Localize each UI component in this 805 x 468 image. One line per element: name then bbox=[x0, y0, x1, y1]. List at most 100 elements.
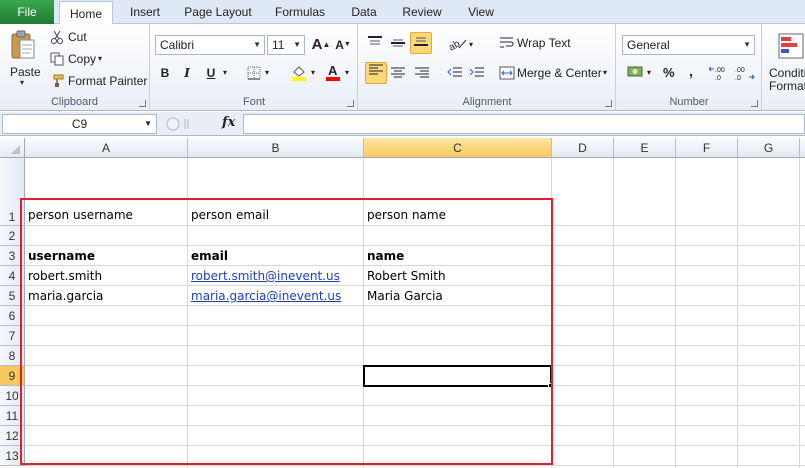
gridline bbox=[675, 158, 676, 468]
decrease-indent-icon[interactable] bbox=[447, 66, 463, 83]
borders-dropdown-icon[interactable]: ▾ bbox=[265, 68, 269, 77]
increase-indent-icon[interactable] bbox=[469, 66, 485, 83]
number-launcher-icon[interactable] bbox=[751, 100, 758, 107]
select-all-corner[interactable] bbox=[0, 138, 25, 158]
font-group: Calibri ▼ 11 ▼ A▲ A▼ B I U ▾ ▾ ▾ A ▾ Fon… bbox=[151, 24, 358, 111]
tab-home[interactable]: Home bbox=[59, 1, 113, 25]
wrap-text-button[interactable]: Wrap Text bbox=[517, 36, 571, 50]
font-name-dropdown[interactable]: Calibri ▼ bbox=[155, 35, 265, 55]
fill-color-dropdown-icon[interactable]: ▾ bbox=[311, 68, 315, 77]
svg-text:.00: .00 bbox=[735, 67, 745, 74]
accounting-dropdown-icon[interactable]: ▾ bbox=[647, 68, 651, 77]
column-header-c[interactable]: C bbox=[364, 138, 552, 158]
column-header-b[interactable]: B bbox=[188, 138, 364, 158]
name-box-value: C9 bbox=[71, 117, 88, 131]
align-top-icon[interactable] bbox=[367, 36, 383, 53]
conditional-formatting-button[interactable]: Conditi bbox=[769, 66, 805, 80]
styles-group: Conditi Formatt bbox=[763, 24, 805, 111]
merge-center-button[interactable]: Merge & Center bbox=[517, 66, 602, 80]
shrink-font-icon[interactable]: A▼ bbox=[333, 35, 353, 55]
tab-view[interactable]: View bbox=[458, 0, 504, 24]
grow-font-icon[interactable]: A▲ bbox=[311, 35, 331, 55]
align-right-icon[interactable] bbox=[414, 66, 430, 83]
decrease-decimal-icon[interactable]: .00.0 bbox=[733, 64, 755, 85]
clipboard-label: Clipboard bbox=[50, 96, 99, 108]
formula-input[interactable] bbox=[243, 114, 805, 134]
font-size-dropdown[interactable]: 11 ▼ bbox=[267, 35, 305, 55]
number-format-dropdown[interactable]: General ▼ bbox=[622, 35, 755, 55]
orientation-dropdown-icon[interactable]: ▾ bbox=[469, 40, 473, 49]
chevron-down-icon: ▼ bbox=[293, 40, 301, 49]
formula-bar: C9 ▼ fx bbox=[0, 112, 805, 136]
fill-color-icon[interactable] bbox=[291, 64, 307, 84]
align-center-icon[interactable] bbox=[390, 66, 406, 83]
align-left-button[interactable] bbox=[365, 62, 387, 84]
insert-function-button[interactable]: fx bbox=[222, 115, 235, 130]
clipboard-group: Paste ▾ Cut Copy ▾ Format Painter Clipbo… bbox=[0, 24, 150, 111]
tab-page-layout[interactable]: Page Layout bbox=[178, 0, 258, 24]
paste-dropdown-icon[interactable]: ▾ bbox=[20, 78, 24, 87]
column-header-a[interactable]: A bbox=[25, 138, 188, 158]
copy-icon bbox=[50, 52, 64, 69]
borders-icon[interactable] bbox=[247, 66, 261, 83]
clipboard-launcher-icon[interactable] bbox=[139, 100, 146, 107]
gridline bbox=[737, 158, 738, 468]
scissors-icon bbox=[50, 30, 64, 47]
font-name-value: Calibri bbox=[160, 38, 195, 52]
svg-text:.00: .00 bbox=[715, 67, 725, 74]
tab-review[interactable]: Review bbox=[394, 0, 450, 24]
copy-dropdown-icon[interactable]: ▾ bbox=[98, 54, 102, 63]
bold-button[interactable]: B bbox=[155, 63, 175, 83]
highlight-box bbox=[20, 198, 553, 465]
column-header-d[interactable]: D bbox=[552, 138, 614, 158]
font-color-icon[interactable]: A bbox=[325, 63, 341, 84]
alignment-launcher-icon[interactable] bbox=[605, 100, 612, 107]
gridline bbox=[799, 158, 800, 468]
tab-insert[interactable]: Insert bbox=[118, 0, 172, 24]
number-group: General ▼ ▾ % , .00.0 .00.0 Number bbox=[617, 24, 762, 111]
align-bottom-button[interactable] bbox=[410, 32, 432, 54]
copy-button[interactable]: Copy bbox=[68, 52, 96, 66]
gridline bbox=[613, 158, 614, 468]
column-header-f[interactable]: F bbox=[676, 138, 738, 158]
name-box[interactable]: C9 ▼ bbox=[2, 114, 157, 134]
percent-button[interactable]: % bbox=[663, 65, 675, 80]
paste-icon[interactable] bbox=[10, 30, 36, 63]
conditional-formatting-icon bbox=[777, 32, 805, 63]
align-middle-icon[interactable] bbox=[390, 36, 406, 53]
underline-dropdown-icon[interactable]: ▾ bbox=[223, 68, 227, 77]
svg-text:ab: ab bbox=[447, 38, 462, 52]
wrap-text-icon bbox=[499, 36, 515, 53]
orientation-icon[interactable]: ab bbox=[447, 34, 469, 55]
underline-button[interactable]: U bbox=[201, 63, 221, 83]
column-header-g[interactable]: G bbox=[738, 138, 800, 158]
merge-center-icon bbox=[499, 66, 515, 83]
tab-formulas[interactable]: Formulas bbox=[267, 0, 333, 24]
ribbon-tabs: File Home Insert Page Layout Formulas Da… bbox=[0, 0, 805, 25]
font-size-value: 11 bbox=[272, 38, 285, 52]
merge-dropdown-icon[interactable]: ▾ bbox=[603, 68, 607, 77]
chevron-down-icon: ▼ bbox=[743, 40, 751, 49]
align-left-icon bbox=[369, 64, 383, 75]
chevron-down-icon: ▼ bbox=[253, 40, 261, 49]
ribbon: Paste ▾ Cut Copy ▾ Format Painter Clipbo… bbox=[0, 24, 805, 111]
tab-file[interactable]: File bbox=[0, 0, 54, 24]
cut-button[interactable]: Cut bbox=[68, 30, 87, 44]
alignment-group: ab ▾ Wrap Text Merge & Center ▾ Alignmen… bbox=[359, 24, 616, 111]
increase-decimal-icon[interactable]: .00.0 bbox=[708, 64, 731, 85]
formula-bar-handle-icon[interactable] bbox=[165, 116, 205, 135]
font-color-dropdown-icon[interactable]: ▾ bbox=[345, 68, 349, 77]
gridline bbox=[25, 465, 805, 466]
tab-data[interactable]: Data bbox=[342, 0, 386, 24]
column-header-h[interactable] bbox=[800, 138, 805, 158]
svg-text:.0: .0 bbox=[735, 75, 741, 82]
font-launcher-icon[interactable] bbox=[347, 100, 354, 107]
chevron-down-icon: ▼ bbox=[144, 119, 152, 128]
format-painter-button[interactable]: Format Painter bbox=[68, 74, 147, 88]
comma-button[interactable]: , bbox=[689, 63, 693, 79]
paste-button[interactable]: Paste bbox=[10, 65, 41, 79]
accounting-format-icon[interactable] bbox=[627, 65, 645, 82]
svg-text:A: A bbox=[328, 63, 338, 78]
column-header-e[interactable]: E bbox=[614, 138, 676, 158]
italic-button[interactable]: I bbox=[177, 63, 197, 83]
